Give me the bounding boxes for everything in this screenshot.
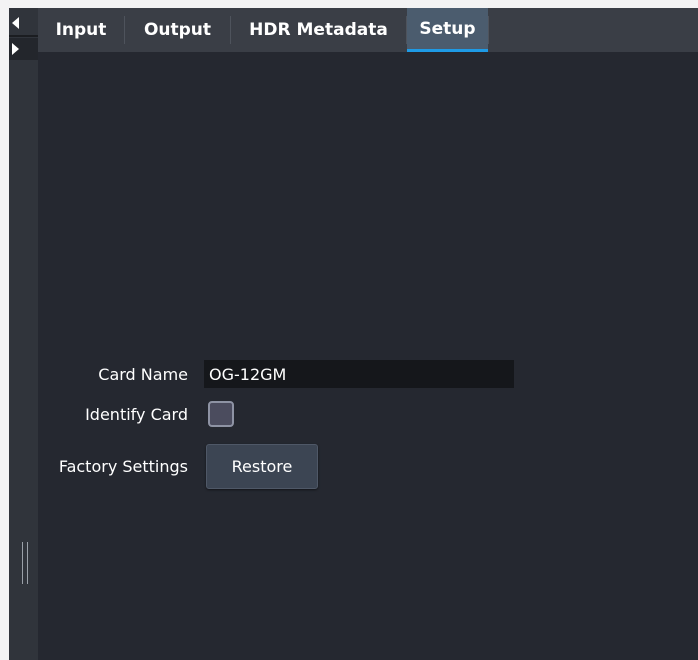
app-frame: Input Output HDR Metadata Setup Card Nam… [0, 0, 698, 660]
nav-prev-button[interactable] [9, 12, 38, 34]
nav-next-button[interactable] [9, 38, 38, 60]
side-nav-strip [9, 8, 39, 660]
tab-output[interactable]: Output [125, 8, 230, 52]
triangle-left-icon [12, 17, 19, 29]
tab-bar: Input Output HDR Metadata Setup [38, 8, 698, 52]
tab-input[interactable]: Input [38, 8, 124, 52]
tab-hdr-metadata[interactable]: HDR Metadata [231, 8, 406, 52]
card-name-input[interactable] [204, 360, 514, 388]
nav-divider [9, 35, 38, 37]
setup-panel: Card Name Identify Card Factory Settings… [38, 52, 698, 660]
triangle-right-icon [12, 43, 19, 55]
tab-setup[interactable]: Setup [407, 8, 488, 52]
card-name-label: Card Name [98, 365, 188, 384]
identify-card-label: Identify Card [85, 405, 188, 424]
resize-grip-icon[interactable] [22, 542, 28, 584]
restore-button[interactable]: Restore [206, 444, 318, 489]
identify-card-checkbox[interactable] [208, 401, 234, 427]
factory-settings-label: Factory Settings [58, 457, 188, 476]
tab-divider [488, 16, 489, 44]
